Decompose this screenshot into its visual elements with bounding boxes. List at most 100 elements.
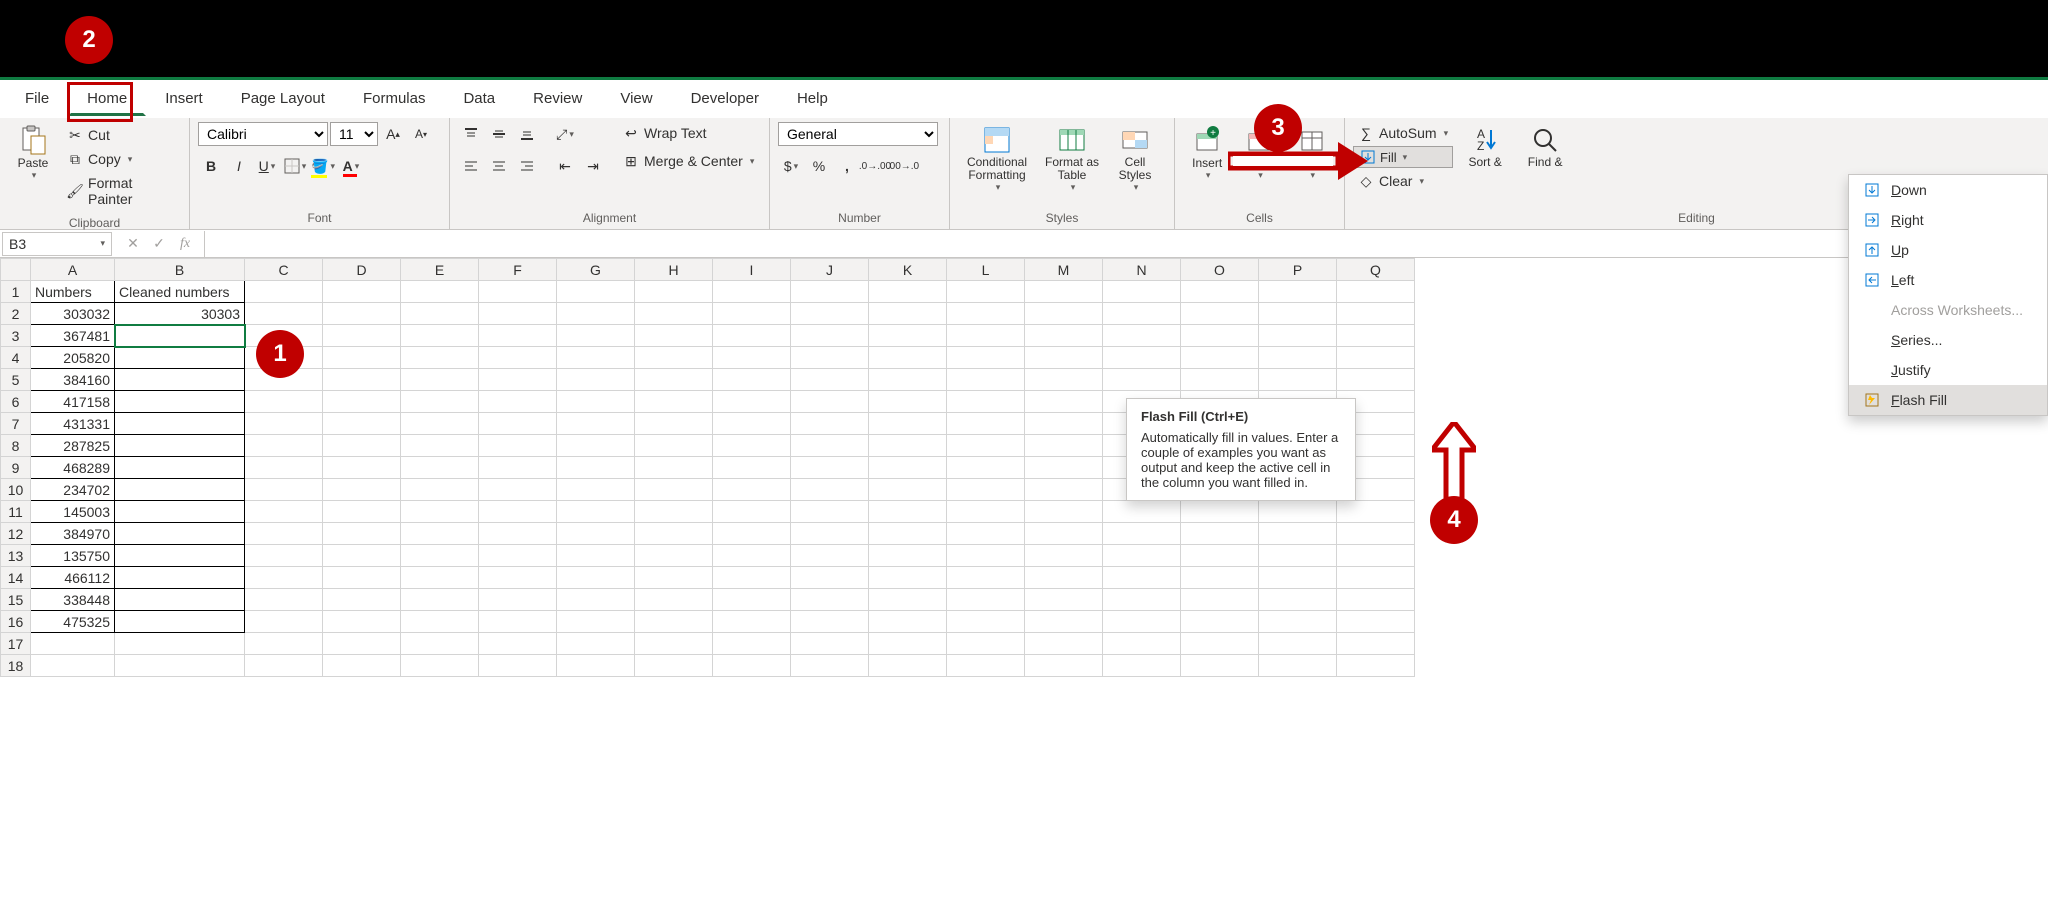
cell-C14[interactable]: [245, 567, 323, 589]
cell-A4[interactable]: 205820: [31, 347, 115, 369]
cell-M10[interactable]: [1025, 479, 1103, 501]
cell-P13[interactable]: [1259, 545, 1337, 567]
cell-B17[interactable]: [115, 633, 245, 655]
decrease-indent-button[interactable]: ⇤: [552, 154, 578, 178]
cell-F9[interactable]: [479, 457, 557, 479]
cell-H10[interactable]: [635, 479, 713, 501]
cell-K1[interactable]: [869, 281, 947, 303]
cell-E15[interactable]: [401, 589, 479, 611]
cell-F13[interactable]: [479, 545, 557, 567]
cell-C10[interactable]: [245, 479, 323, 501]
align-top-button[interactable]: [458, 122, 484, 146]
cell-A10[interactable]: 234702: [31, 479, 115, 501]
cell-M12[interactable]: [1025, 523, 1103, 545]
cell-K12[interactable]: [869, 523, 947, 545]
cell-G15[interactable]: [557, 589, 635, 611]
align-center-button[interactable]: [486, 154, 512, 178]
number-format-combo[interactable]: General: [778, 122, 938, 146]
row-header[interactable]: 1: [1, 281, 31, 303]
tab-home[interactable]: Home: [68, 81, 146, 116]
cell-B15[interactable]: [115, 589, 245, 611]
cell-C2[interactable]: [245, 303, 323, 325]
cell-G18[interactable]: [557, 655, 635, 677]
cell-G9[interactable]: [557, 457, 635, 479]
row-header[interactable]: 18: [1, 655, 31, 677]
cell-B7[interactable]: [115, 413, 245, 435]
cell-N18[interactable]: [1103, 655, 1181, 677]
cell-L18[interactable]: [947, 655, 1025, 677]
cell-E10[interactable]: [401, 479, 479, 501]
cell-B9[interactable]: [115, 457, 245, 479]
cell-F16[interactable]: [479, 611, 557, 633]
cell-A2[interactable]: 303032: [31, 303, 115, 325]
cell-L5[interactable]: [947, 369, 1025, 391]
row-header[interactable]: 7: [1, 413, 31, 435]
col-header-D[interactable]: D: [323, 259, 401, 281]
cell-H16[interactable]: [635, 611, 713, 633]
cell-K18[interactable]: [869, 655, 947, 677]
cell-J17[interactable]: [791, 633, 869, 655]
cell-F8[interactable]: [479, 435, 557, 457]
cell-J8[interactable]: [791, 435, 869, 457]
cell-J7[interactable]: [791, 413, 869, 435]
cell-B10[interactable]: [115, 479, 245, 501]
cell-B6[interactable]: [115, 391, 245, 413]
cell-D2[interactable]: [323, 303, 401, 325]
font-size-combo[interactable]: 11: [330, 122, 378, 146]
cell-I3[interactable]: [713, 325, 791, 347]
cell-A5[interactable]: 384160: [31, 369, 115, 391]
cell-H11[interactable]: [635, 501, 713, 523]
orientation-button[interactable]: ⤢▾: [552, 122, 578, 146]
cell-J9[interactable]: [791, 457, 869, 479]
col-header-M[interactable]: M: [1025, 259, 1103, 281]
cell-J6[interactable]: [791, 391, 869, 413]
cell-K4[interactable]: [869, 347, 947, 369]
cell-E5[interactable]: [401, 369, 479, 391]
cell-D4[interactable]: [323, 347, 401, 369]
clear-button[interactable]: ◇ Clear ▾: [1353, 170, 1453, 192]
fill-up-item[interactable]: Up: [1849, 235, 2047, 265]
cell-G7[interactable]: [557, 413, 635, 435]
cell-P12[interactable]: [1259, 523, 1337, 545]
cell-L12[interactable]: [947, 523, 1025, 545]
cell-C13[interactable]: [245, 545, 323, 567]
cell-N15[interactable]: [1103, 589, 1181, 611]
row-header[interactable]: 17: [1, 633, 31, 655]
cell-O4[interactable]: [1181, 347, 1259, 369]
cell-I14[interactable]: [713, 567, 791, 589]
cell-G8[interactable]: [557, 435, 635, 457]
cell-I9[interactable]: [713, 457, 791, 479]
cell-J16[interactable]: [791, 611, 869, 633]
cell-M8[interactable]: [1025, 435, 1103, 457]
cell-E3[interactable]: [401, 325, 479, 347]
cell-L7[interactable]: [947, 413, 1025, 435]
cell-N3[interactable]: [1103, 325, 1181, 347]
cell-J15[interactable]: [791, 589, 869, 611]
cell-I5[interactable]: [713, 369, 791, 391]
cell-N11[interactable]: [1103, 501, 1181, 523]
cell-D12[interactable]: [323, 523, 401, 545]
cell-P15[interactable]: [1259, 589, 1337, 611]
cell-I18[interactable]: [713, 655, 791, 677]
name-box[interactable]: B3 ▾: [2, 232, 112, 256]
cell-D11[interactable]: [323, 501, 401, 523]
cell-L14[interactable]: [947, 567, 1025, 589]
cell-P5[interactable]: [1259, 369, 1337, 391]
cell-M9[interactable]: [1025, 457, 1103, 479]
cell-styles-button[interactable]: Cell Styles▾: [1108, 122, 1162, 193]
cell-I1[interactable]: [713, 281, 791, 303]
cell-C16[interactable]: [245, 611, 323, 633]
cell-G1[interactable]: [557, 281, 635, 303]
cell-M5[interactable]: [1025, 369, 1103, 391]
cell-E8[interactable]: [401, 435, 479, 457]
cell-K11[interactable]: [869, 501, 947, 523]
cell-F14[interactable]: [479, 567, 557, 589]
cell-O18[interactable]: [1181, 655, 1259, 677]
cell-I4[interactable]: [713, 347, 791, 369]
cell-M1[interactable]: [1025, 281, 1103, 303]
cell-D8[interactable]: [323, 435, 401, 457]
cell-K5[interactable]: [869, 369, 947, 391]
cell-C12[interactable]: [245, 523, 323, 545]
cell-B4[interactable]: [115, 347, 245, 369]
cell-P11[interactable]: [1259, 501, 1337, 523]
